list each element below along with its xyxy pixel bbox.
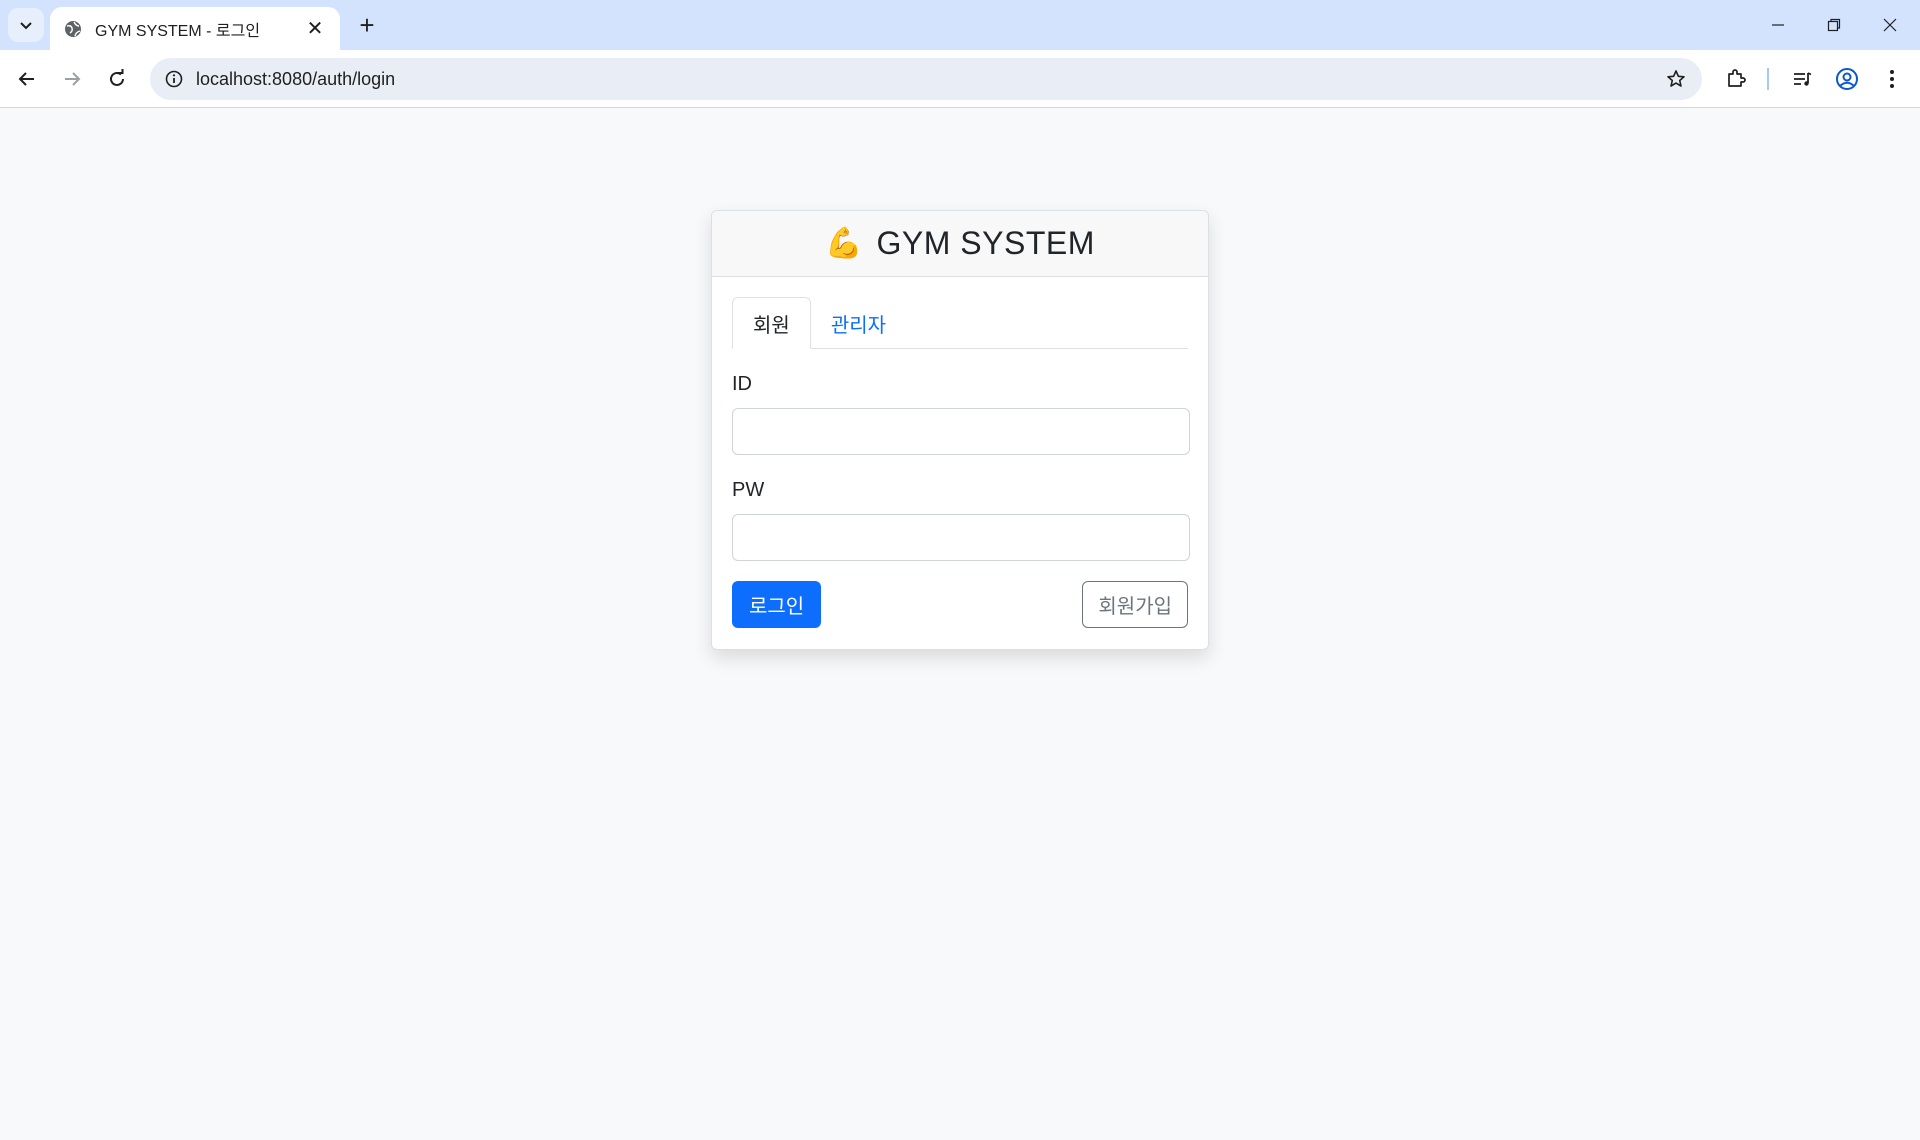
- login-type-tabs: 회원 관리자: [732, 297, 1188, 349]
- id-label: ID: [732, 373, 752, 395]
- tab-title: GYM SYSTEM - 로그인: [95, 22, 261, 40]
- signup-button[interactable]: 회원가입: [1082, 581, 1188, 628]
- url-text: localhost:8080/auth/login: [196, 69, 396, 89]
- restore-icon[interactable]: [1806, 0, 1862, 50]
- globe-icon: [64, 19, 83, 38]
- star-icon[interactable]: [1664, 67, 1688, 91]
- forward-button[interactable]: [54, 61, 90, 97]
- profile-icon[interactable]: [1831, 63, 1863, 95]
- id-input[interactable]: [732, 408, 1190, 455]
- media-queue-icon[interactable]: [1786, 63, 1818, 95]
- new-tab-button[interactable]: +: [352, 10, 382, 40]
- login-button[interactable]: 로그인: [732, 581, 822, 628]
- info-icon[interactable]: [162, 67, 186, 91]
- browser-tab-active[interactable]: GYM SYSTEM - 로그인 ✕: [50, 7, 340, 50]
- tab-admin[interactable]: 관리자: [811, 297, 906, 349]
- chevron-down-icon: [20, 22, 32, 30]
- reload-button[interactable]: [99, 61, 135, 97]
- card-header: 💪 GYM SYSTEM: [712, 211, 1208, 277]
- form-actions: 로그인 회원가입: [732, 581, 1188, 628]
- browser-tabstrip: GYM SYSTEM - 로그인 ✕ +: [0, 0, 1920, 50]
- toolbar-divider: [1767, 68, 1769, 90]
- tab-search-button[interactable]: [8, 8, 44, 42]
- window-close-icon[interactable]: [1862, 0, 1918, 50]
- tab-member[interactable]: 회원: [732, 297, 811, 349]
- pw-label: PW: [732, 479, 765, 501]
- more-vert-icon[interactable]: [1876, 63, 1908, 95]
- minimize-icon[interactable]: [1750, 0, 1806, 50]
- browser-toolbar: localhost:8080/auth/login: [0, 50, 1920, 108]
- reload-icon: [110, 69, 124, 86]
- address-bar[interactable]: localhost:8080/auth/login: [150, 58, 1702, 100]
- page-title: GYM SYSTEM: [876, 225, 1095, 261]
- back-arrow-icon: [18, 72, 34, 86]
- tab-close-icon[interactable]: ✕: [304, 18, 326, 40]
- flexed-biceps-icon: 💪: [825, 226, 863, 260]
- back-button[interactable]: [9, 61, 45, 97]
- forward-arrow-icon: [65, 72, 81, 86]
- card-body: 회원 관리자 ID PW 로그인 회원가입: [712, 277, 1208, 648]
- puzzle-icon[interactable]: [1720, 63, 1752, 95]
- pw-input[interactable]: [732, 514, 1190, 561]
- login-card: 💪 GYM SYSTEM 회원 관리자 ID PW 로그인 회원가입: [711, 210, 1209, 650]
